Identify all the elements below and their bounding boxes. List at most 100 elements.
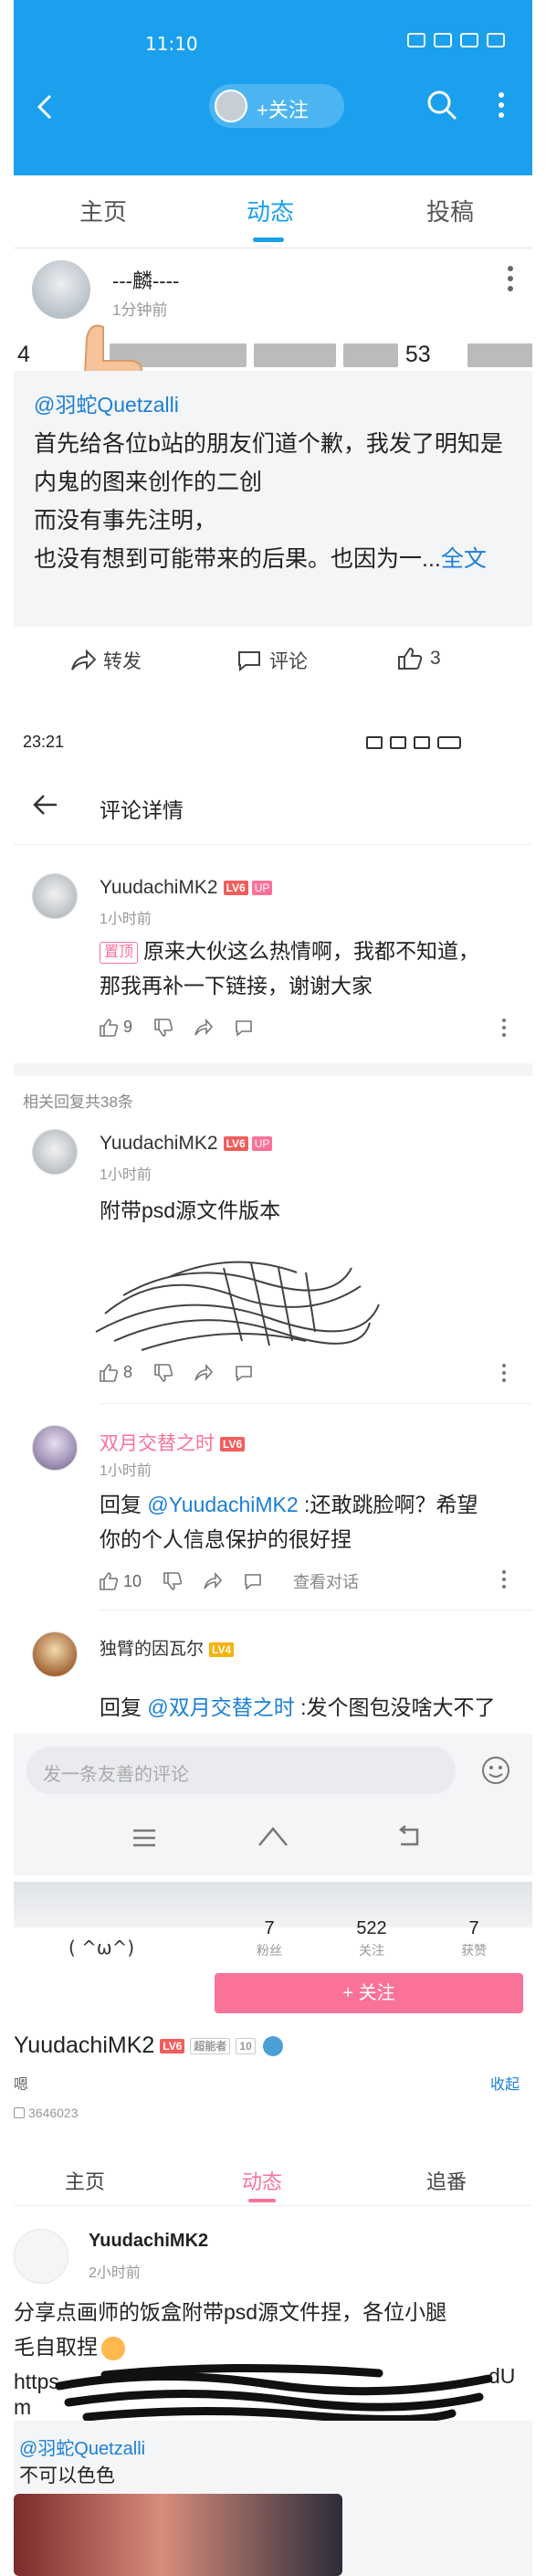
comment-label: 评论 (269, 651, 308, 672)
like-count: 10 (123, 1571, 142, 1590)
comment-composer: 发一条友善的评论 (14, 1734, 532, 1875)
post-more-icon[interactable] (507, 265, 514, 292)
quoted-post[interactable]: @羽蛇Quetzalli 不可以色色 (14, 2421, 532, 2576)
emoji-icon[interactable] (481, 1756, 510, 1785)
medal-icon (262, 2036, 283, 2057)
more-icon[interactable] (501, 1018, 507, 1038)
menu-nav-icon[interactable] (131, 1827, 158, 1849)
comment-text: 你的个人信息保护的很好捏 (100, 1527, 352, 1551)
vip-level: 10 (236, 2038, 256, 2055)
like-button[interactable]: 3 (397, 647, 441, 670)
avatar[interactable] (32, 1631, 78, 1677)
comment-input[interactable]: 发一条友善的评论 (26, 1747, 456, 1794)
thumbs-up-icon[interactable] (100, 1018, 118, 1037)
quoted-post[interactable]: @羽蛇Quetzalli 首先给各位b站的朋友们道个歉，我发了明知是 内鬼的图来… (14, 371, 532, 627)
quote-author[interactable]: @羽蛇Quetzalli (19, 2433, 145, 2460)
reply-prefix: 回复 (100, 1695, 148, 1719)
avatar[interactable] (32, 1129, 78, 1175)
back-icon[interactable] (36, 93, 54, 121)
quote-line: 而没有事先注明， (34, 508, 217, 533)
status-time: 23:21 (23, 733, 65, 751)
vip-badge: 超能者 (190, 2038, 231, 2055)
back-nav-icon[interactable] (395, 1825, 423, 1849)
tab-home[interactable]: 主页 (79, 194, 127, 227)
pinned-tag: 置顶 (100, 942, 139, 964)
back-arrow-icon[interactable] (32, 793, 58, 817)
comment-text: 附带psd源文件版本 (100, 1198, 281, 1222)
divider (14, 1063, 532, 1076)
search-icon[interactable] (426, 90, 457, 121)
level-badge: LV4 (209, 1642, 235, 1657)
follow-button[interactable]: + 关注 (215, 1973, 523, 2013)
comment-text: 原来大伙这么热情啊，我都不知道， (143, 939, 480, 963)
tab-dynamic[interactable]: 动态 (247, 194, 294, 227)
comment-actions: 9 (100, 1018, 258, 1037)
quote-line: 也没有想到可能带来的后果。也因为一... (34, 546, 441, 572)
more-icon[interactable] (501, 1569, 507, 1589)
more-icon[interactable] (501, 1363, 507, 1383)
quote-line: 首先给各位b站的朋友们道个歉，我发了明知是 (34, 431, 503, 457)
comment-icon (238, 651, 260, 671)
more-icon[interactable] (498, 91, 505, 119)
up-badge: UP (251, 881, 273, 896)
post-author[interactable]: ---麟---- (112, 265, 179, 294)
avatar[interactable] (32, 873, 78, 919)
comment-author[interactable]: YuudachiMK2 (100, 1133, 218, 1154)
thumbs-down-icon[interactable] (154, 1363, 173, 1382)
post-text-fragment: 53 (404, 342, 431, 367)
quote-author[interactable]: @羽蛇Quetzalli (34, 387, 179, 418)
comment-time: 1小时前 (100, 1167, 152, 1183)
stat-label: 关注 (359, 1943, 384, 1958)
comment-author[interactable]: 独臂的因瓦尔 (100, 1640, 204, 1659)
follow-button[interactable]: +关注 (209, 84, 344, 128)
like-count: 9 (123, 1018, 133, 1036)
thumbs-down-icon[interactable] (163, 1572, 183, 1590)
share-icon[interactable] (194, 1018, 214, 1037)
tab-underline (248, 2199, 276, 2202)
share-button[interactable]: 转发 (70, 647, 142, 674)
comment-time: 1小时前 (100, 912, 152, 927)
share-icon[interactable] (204, 1572, 223, 1590)
quote-image-thumbnail[interactable] (14, 2494, 342, 2576)
thumbs-up-icon[interactable] (100, 1363, 118, 1382)
share-icon (71, 649, 96, 670)
comment-button[interactable]: 评论 (236, 647, 308, 674)
thumbs-up-icon (398, 647, 423, 670)
tab-dynamic[interactable]: 动态 (242, 2166, 282, 2195)
quote-line: 内鬼的图来创作的二创 (34, 470, 263, 495)
tab-home[interactable]: 主页 (65, 2166, 105, 2195)
comment-icon[interactable] (244, 1572, 262, 1590)
view-conversation-link[interactable]: 查看对话 (293, 1569, 359, 1593)
read-more-link[interactable]: 全文 (441, 546, 487, 572)
mention-link[interactable]: @YuudachiMK2 (147, 1493, 298, 1516)
home-nav-icon[interactable] (257, 1825, 289, 1849)
comment-actions: 10 查看对话 (100, 1569, 359, 1593)
mention-link[interactable]: @双月交替之时 (147, 1695, 294, 1719)
comment-author[interactable]: YuudachiMK2 (100, 877, 218, 898)
level-badge: LV6 (223, 1136, 248, 1152)
status-icons (407, 33, 505, 48)
stat-label: 获赞 (461, 1943, 487, 1958)
collapse-link[interactable]: 收起 (490, 2072, 520, 2094)
stat-likes: 7 获赞 (428, 1918, 520, 1959)
profile-name: YuudachiMK2 (14, 2032, 155, 2058)
share-label: 转发 (103, 651, 142, 672)
uid-value: 3646023 (28, 2106, 79, 2120)
screenshot-user-profile: ( ^ω^) 7 粉丝 522 关注 7 获赞 + 关注 YuudachiMK2 LV6… (14, 1882, 532, 2576)
tab-posts[interactable]: 投稿 (426, 194, 474, 227)
thumbs-up-icon[interactable] (100, 1572, 118, 1590)
post-author[interactable]: YuudachiMK2 (89, 2231, 208, 2252)
comment-icon[interactable] (235, 1364, 253, 1382)
comment-icon[interactable] (235, 1019, 253, 1037)
tab-bangumi[interactable]: 追番 (426, 2166, 467, 2195)
post-time: 2小时前 (89, 2265, 141, 2281)
avatar[interactable] (14, 2229, 68, 2284)
comment-author[interactable]: 双月交替之时 (100, 1433, 215, 1454)
redacted-scribble (95, 1261, 380, 1351)
stat-value: 7 (468, 1918, 479, 1938)
stat-value: 522 (356, 1918, 387, 1938)
share-icon[interactable] (194, 1363, 214, 1382)
like-count: 8 (123, 1363, 133, 1381)
avatar[interactable] (32, 1425, 78, 1471)
thumbs-down-icon[interactable] (154, 1018, 173, 1037)
